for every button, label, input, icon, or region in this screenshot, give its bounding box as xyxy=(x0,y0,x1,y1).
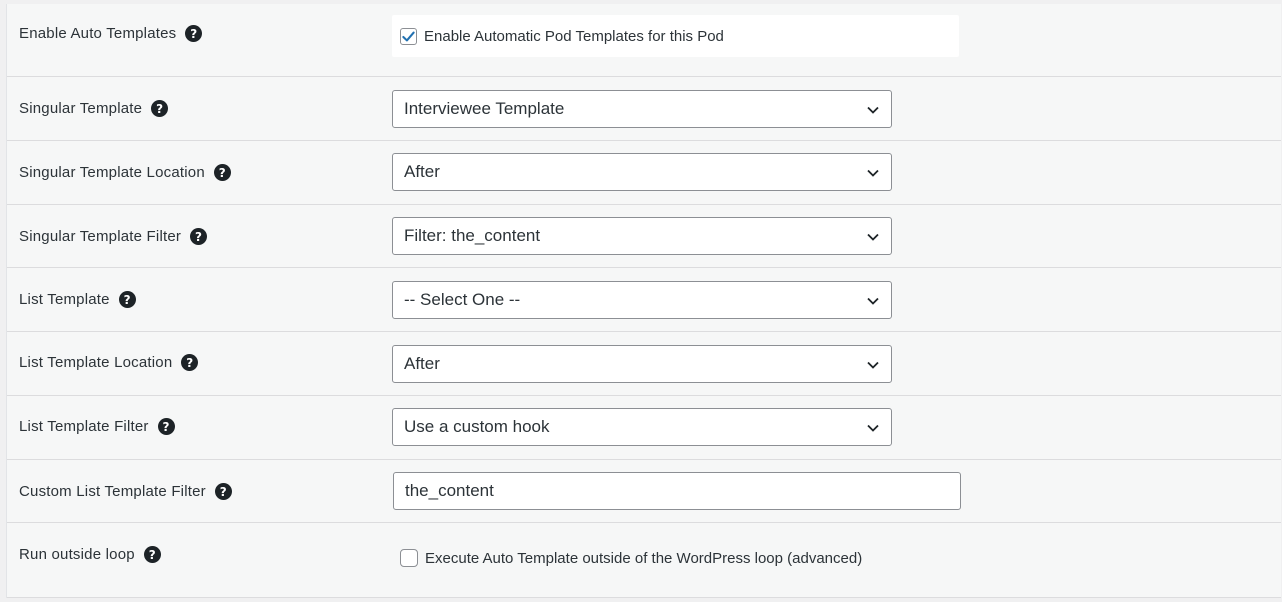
run-outside-loop-checkbox[interactable] xyxy=(400,549,418,567)
help-icon[interactable]: ? xyxy=(118,291,136,308)
select-value: Interviewee Template xyxy=(404,99,565,118)
row-enable-auto-templates: Enable Auto Templates ? Enable Automatic… xyxy=(7,4,1281,77)
label-list-template: List Template xyxy=(19,291,110,308)
singular-template-location-select[interactable]: After xyxy=(392,153,892,191)
label-list-template-filter: List Template Filter xyxy=(19,418,149,435)
row-custom-list-template-filter: Custom List Template Filter ? the_conten… xyxy=(7,460,1281,523)
label-enable-auto-templates: Enable Auto Templates xyxy=(19,25,177,42)
row-singular-template-filter: Singular Template Filter ? Filter: the_c… xyxy=(7,205,1281,268)
run-outside-loop-option[interactable]: Execute Auto Template outside of the Wor… xyxy=(400,549,862,567)
enable-auto-templates-checkbox[interactable] xyxy=(400,28,417,45)
help-icon[interactable]: ? xyxy=(213,164,231,181)
singular-template-select[interactable]: Interviewee Template xyxy=(392,90,892,128)
checkbox-label[interactable]: Execute Auto Template outside of the Wor… xyxy=(425,550,862,567)
singular-template-filter-select[interactable]: Filter: the_content xyxy=(392,217,892,255)
row-label: Run outside loop ? xyxy=(19,546,161,563)
input-value: the_content xyxy=(405,481,494,500)
help-icon[interactable]: ? xyxy=(181,354,199,371)
checkmark-icon xyxy=(402,31,415,42)
enable-auto-templates-option[interactable]: Enable Automatic Pod Templates for this … xyxy=(400,28,724,45)
label-custom-list-template-filter: Custom List Template Filter xyxy=(19,483,206,500)
label-singular-template-location: Singular Template Location xyxy=(19,164,205,181)
row-list-template-location: List Template Location ? After xyxy=(7,332,1281,396)
help-icon[interactable]: ? xyxy=(185,25,203,42)
row-label: Singular Template Location ? xyxy=(19,164,231,181)
label-singular-template: Singular Template xyxy=(19,100,143,117)
row-run-outside-loop: Run outside loop ? Execute Auto Template… xyxy=(7,523,1281,598)
label-list-template-location: List Template Location xyxy=(19,354,173,371)
help-icon[interactable]: ? xyxy=(190,228,208,245)
help-icon[interactable]: ? xyxy=(143,546,161,563)
custom-list-template-filter-input[interactable]: the_content xyxy=(393,472,961,510)
select-value: After xyxy=(404,354,440,373)
row-label: List Template Filter ? xyxy=(19,418,175,435)
list-template-filter-select[interactable]: Use a custom hook xyxy=(392,408,892,446)
row-label: Custom List Template Filter ? xyxy=(19,483,232,500)
checkbox-label[interactable]: Enable Automatic Pod Templates for this … xyxy=(424,28,724,45)
select-value: -- Select One -- xyxy=(404,290,521,309)
row-label: List Template Location ? xyxy=(19,354,199,371)
chevron-down-icon xyxy=(867,169,879,177)
label-run-outside-loop: Run outside loop xyxy=(19,546,135,563)
select-value: Use a custom hook xyxy=(404,417,550,436)
row-list-template-filter: List Template Filter ? Use a custom hook xyxy=(7,396,1281,460)
chevron-down-icon xyxy=(867,424,879,432)
help-icon[interactable]: ? xyxy=(151,100,169,117)
list-template-select[interactable]: -- Select One -- xyxy=(392,281,892,319)
row-label: Enable Auto Templates ? xyxy=(19,25,203,42)
chevron-down-icon xyxy=(867,361,879,369)
row-label: Singular Template ? xyxy=(19,100,169,117)
chevron-down-icon xyxy=(867,233,879,241)
select-value: Filter: the_content xyxy=(404,226,541,245)
label-singular-template-filter: Singular Template Filter xyxy=(19,228,182,245)
list-template-location-select[interactable]: After xyxy=(392,345,892,383)
row-list-template: List Template ? -- Select One -- xyxy=(7,268,1281,332)
help-icon[interactable]: ? xyxy=(214,483,232,500)
chevron-down-icon xyxy=(867,297,879,305)
row-singular-template: Singular Template ? Interviewee Template xyxy=(7,77,1281,141)
select-value: After xyxy=(404,162,440,181)
help-icon[interactable]: ? xyxy=(157,418,175,435)
row-singular-template-location: Singular Template Location ? After xyxy=(7,141,1281,205)
row-label: Singular Template Filter ? xyxy=(19,228,208,245)
row-label: List Template ? xyxy=(19,291,136,308)
auto-templates-settings-panel: Enable Auto Templates ? Enable Automatic… xyxy=(6,4,1281,598)
chevron-down-icon xyxy=(867,106,879,114)
